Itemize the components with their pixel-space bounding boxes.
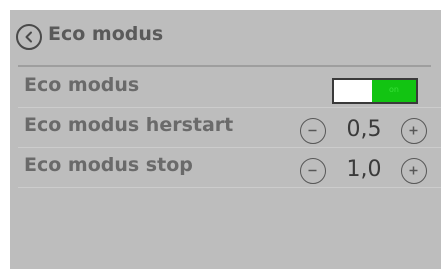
setting-label: Eco modus herstart [24, 114, 234, 136]
chevron-left-icon [25, 31, 32, 43]
toggle-on-indicator: on [372, 80, 416, 102]
setting-row-eco-mode: Eco modus on [10, 68, 441, 108]
increment-button[interactable] [401, 158, 427, 184]
eco-restart-stepper: 0,5 [300, 116, 430, 146]
eco-mode-toggle[interactable]: on [332, 78, 418, 104]
row-divider [18, 187, 441, 188]
eco-stop-stepper: 1,0 [300, 156, 430, 186]
increment-button[interactable] [401, 118, 427, 144]
toggle-state-label: on [389, 85, 399, 94]
setting-label: Eco modus stop [24, 154, 193, 176]
stepper-value: 1,0 [346, 157, 382, 182]
decrement-button[interactable] [300, 158, 326, 184]
stepper-value: 0,5 [346, 117, 382, 142]
panel-header: Eco modus [10, 10, 441, 68]
plus-icon [409, 166, 418, 175]
page-title: Eco modus [48, 23, 164, 45]
setting-row-eco-stop: Eco modus stop 1,0 [10, 148, 441, 188]
setting-row-eco-restart: Eco modus herstart 0,5 [10, 108, 441, 148]
back-button[interactable] [16, 24, 42, 50]
settings-panel: Eco modus Eco modus on Eco modus herstar… [10, 10, 441, 269]
decrement-button[interactable] [300, 118, 326, 144]
setting-label: Eco modus [24, 74, 140, 96]
plus-icon [409, 126, 418, 135]
minus-icon [308, 129, 317, 132]
minus-icon [308, 169, 317, 172]
header-divider [18, 65, 431, 67]
